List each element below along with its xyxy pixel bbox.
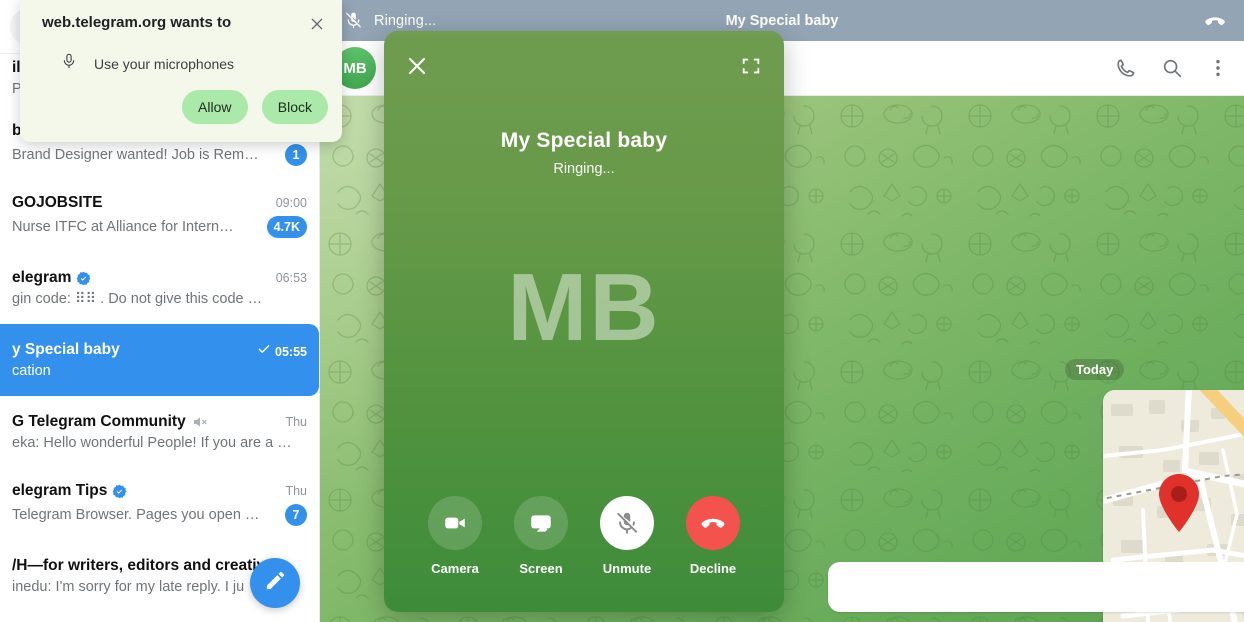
call-status-text: Ringing...: [374, 12, 437, 29]
chat-title: GOJOBSITE: [12, 194, 103, 211]
date-separator: Today: [1065, 359, 1125, 380]
verified-badge-icon: [112, 484, 127, 499]
video-camera-icon: [428, 496, 482, 550]
call-contact-name: My Special baby: [725, 12, 839, 29]
microphone-off-icon: [600, 496, 654, 550]
more-vertical-icon[interactable]: [1206, 56, 1230, 80]
chat-time: Thu: [285, 484, 307, 498]
permission-row: Use your microphones: [60, 52, 234, 75]
header-actions: [1114, 56, 1230, 80]
compose-message-button[interactable]: [250, 558, 300, 608]
permission-title: web.telegram.org wants to: [42, 14, 232, 31]
microphone-permission-dialog: web.telegram.org wants to Use your micro…: [20, 0, 342, 142]
decline-label: Decline: [689, 561, 737, 576]
call-modal-topbar: [384, 31, 784, 97]
call-modal: My Special baby Ringing... MB Camera Scr…: [384, 31, 784, 612]
chat-snippet: Telegram Browser. Pages you open …: [12, 507, 260, 523]
mic-off-icon: [342, 11, 364, 30]
sidebar-item-my-special-baby[interactable]: y Special baby 05:55 cation: [0, 324, 319, 396]
chat-title: elegram: [12, 269, 72, 286]
chat-title: G Telegram Community: [12, 413, 186, 430]
chat-snippet: Brand Designer wanted! Job is Rem…: [12, 147, 259, 163]
message-sent-check-icon: [257, 342, 271, 356]
unread-badge: 7: [285, 504, 307, 526]
search-icon[interactable]: [1160, 56, 1184, 80]
call-controls: Camera Screen Unmute Decline: [384, 496, 784, 576]
microphone-icon: [60, 52, 78, 75]
chat-time-group: 05:55: [249, 342, 307, 359]
camera-button[interactable]: Camera: [428, 496, 482, 576]
chat-time: 05:55: [275, 344, 307, 359]
call-avatar-initials: MB: [507, 254, 661, 361]
chat-title: elegram Tips: [12, 482, 108, 499]
pencil-icon: [264, 569, 287, 597]
list-item[interactable]: elegram Tips Thu Telegram Browser. Pages…: [0, 468, 319, 540]
app-root: Search ill A Ph bs_Gigs_Courses 09:00: [0, 0, 1244, 622]
chat-time: 06:53: [275, 271, 307, 285]
decline-button[interactable]: Decline: [686, 496, 740, 576]
chat-snippet: eka: Hello wonderful People! If you are …: [12, 435, 292, 451]
phone-icon[interactable]: [1114, 56, 1138, 80]
chat-title: y Special baby: [12, 341, 120, 358]
close-icon[interactable]: [404, 53, 430, 79]
unmute-label: Unmute: [602, 561, 652, 576]
muted-icon: [192, 414, 208, 430]
fullscreen-icon[interactable]: [740, 55, 762, 77]
screen-label: Screen: [519, 561, 563, 576]
close-icon[interactable]: [306, 13, 328, 35]
list-item[interactable]: GOJOBSITE 09:00 Nurse ITFC at Alliance f…: [0, 180, 319, 252]
call-status-text: Ringing...: [553, 161, 615, 177]
camera-label: Camera: [431, 561, 479, 576]
unmute-button[interactable]: Unmute: [600, 496, 654, 576]
chat-time: 09:00: [275, 196, 307, 210]
chat-title: /H—for writers, editors and creative: [12, 557, 274, 574]
hangup-icon[interactable]: [1200, 6, 1230, 36]
block-button[interactable]: Block: [261, 90, 328, 124]
chat-snippet: cation: [12, 363, 51, 379]
chat-time: Thu: [285, 415, 307, 429]
hangup-icon: [686, 496, 740, 550]
list-item[interactable]: G Telegram Community Thu eka: Hello wond…: [0, 396, 319, 468]
permission-label: Use your microphones: [94, 55, 235, 72]
unread-badge: 1: [285, 144, 307, 166]
allow-button[interactable]: Allow: [181, 90, 248, 124]
screen-share-icon: [514, 496, 568, 550]
list-item[interactable]: elegram 06:53 gin code: ⠿⠿ . Do not give…: [0, 252, 319, 324]
unread-badge: 4.7K: [266, 216, 307, 238]
verified-badge-icon: [76, 271, 91, 286]
message-input[interactable]: [828, 562, 1244, 612]
chat-snippet: gin code: ⠿⠿ . Do not give this code …: [12, 291, 263, 307]
screen-share-button[interactable]: Screen: [514, 496, 568, 576]
chat-snippet: Nurse ITFC at Alliance for Intern…: [12, 219, 234, 235]
call-contact-name: My Special baby: [500, 129, 668, 152]
permission-buttons: Allow Block: [181, 90, 328, 124]
